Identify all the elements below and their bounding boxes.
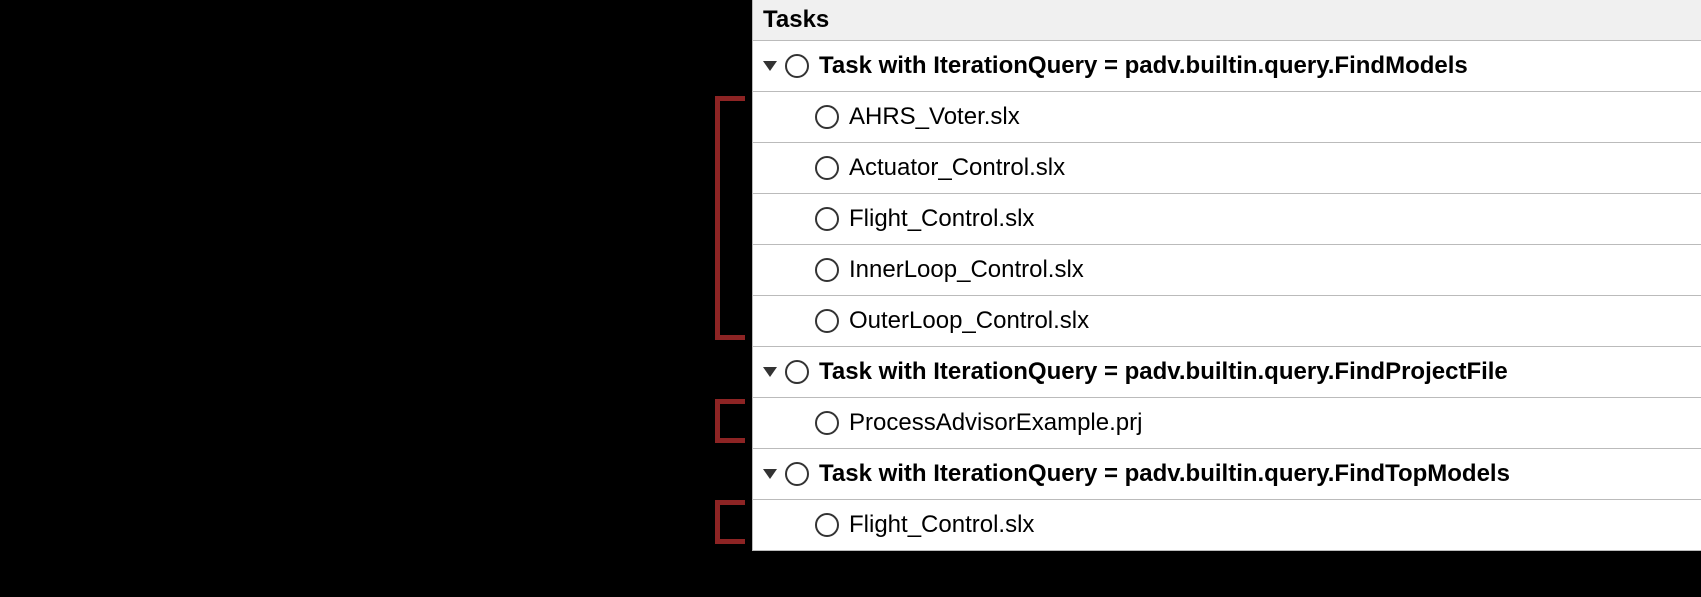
task-child-label: AHRS_Voter.slx [849, 103, 1701, 131]
task-child-row[interactable]: ProcessAdvisorExample.prj [753, 398, 1701, 449]
task-child-row[interactable]: Flight_Control.slx [753, 194, 1701, 245]
task-child-label: OuterLoop_Control.slx [849, 307, 1701, 335]
task-child-row[interactable]: InnerLoop_Control.slx [753, 245, 1701, 296]
task-label: Task with IterationQuery = padv.builtin.… [819, 358, 1701, 386]
status-circle-icon [815, 258, 839, 282]
status-circle-icon [815, 309, 839, 333]
task-row[interactable]: Task with IterationQuery = padv.builtin.… [753, 41, 1701, 92]
chevron-down-icon[interactable] [763, 367, 777, 377]
task-child-label: Actuator_Control.slx [849, 154, 1701, 182]
status-circle-icon [815, 156, 839, 180]
status-circle-icon [785, 54, 809, 78]
task-row[interactable]: Task with IterationQuery = padv.builtin.… [753, 449, 1701, 500]
tasks-panel: Tasks Task with IterationQuery = padv.bu… [752, 0, 1701, 551]
task-child-row[interactable]: AHRS_Voter.slx [753, 92, 1701, 143]
task-child-label: InnerLoop_Control.slx [849, 256, 1701, 284]
status-circle-icon [785, 360, 809, 384]
bracket-annotation [715, 96, 745, 340]
status-circle-icon [815, 105, 839, 129]
task-child-label: Flight_Control.slx [849, 205, 1701, 233]
status-circle-icon [785, 462, 809, 486]
status-circle-icon [815, 411, 839, 435]
task-child-row[interactable]: OuterLoop_Control.slx [753, 296, 1701, 347]
chevron-down-icon[interactable] [763, 469, 777, 479]
task-child-row[interactable]: Actuator_Control.slx [753, 143, 1701, 194]
bracket-annotation [715, 500, 745, 544]
task-label: Task with IterationQuery = padv.builtin.… [819, 460, 1701, 488]
chevron-down-icon[interactable] [763, 61, 777, 71]
status-circle-icon [815, 207, 839, 231]
panel-title: Tasks [763, 6, 829, 33]
task-child-label: Flight_Control.slx [849, 511, 1701, 539]
task-label: Task with IterationQuery = padv.builtin.… [819, 52, 1701, 80]
task-row[interactable]: Task with IterationQuery = padv.builtin.… [753, 347, 1701, 398]
tasks-panel-header: Tasks [753, 0, 1701, 41]
task-child-label: ProcessAdvisorExample.prj [849, 409, 1701, 437]
status-circle-icon [815, 513, 839, 537]
bracket-annotation [715, 399, 745, 443]
task-child-row[interactable]: Flight_Control.slx [753, 500, 1701, 550]
